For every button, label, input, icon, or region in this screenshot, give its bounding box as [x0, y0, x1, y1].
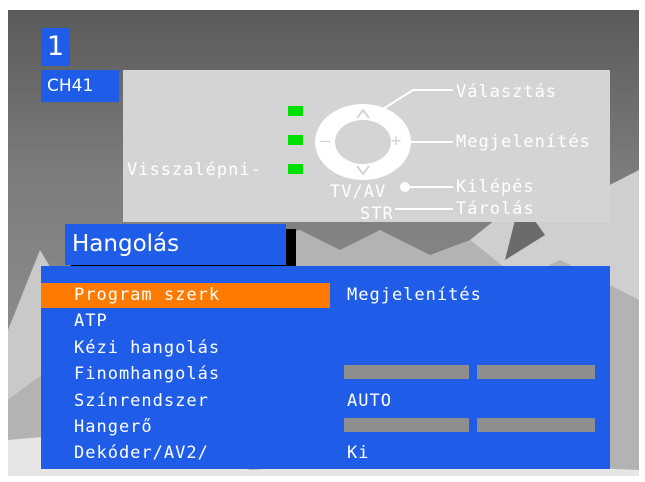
menu-title: Hangolás	[65, 224, 286, 265]
green-indicator-top	[288, 106, 303, 116]
decoder-av2-value: Ki	[347, 443, 370, 463]
back-label: Visszalépni-	[127, 160, 262, 180]
str-key-label: STR	[360, 204, 394, 224]
volume-bar-right[interactable]	[477, 418, 595, 432]
menu-item-decoder-av2[interactable]: Dekóder/AV2/	[41, 441, 330, 466]
fine-tuning-bar-left[interactable]	[344, 365, 469, 379]
menu-item-manual-tuning[interactable]: Kézi hangolás	[41, 336, 330, 361]
exit-label: Kilépés	[456, 177, 535, 197]
volume-bar-left[interactable]	[344, 418, 469, 432]
menu-item-atp[interactable]: ATP	[41, 309, 330, 334]
store-label: Tárolás	[456, 199, 535, 219]
select-label: Választás	[456, 82, 558, 102]
tv-av-key-label: TV/AV	[330, 182, 387, 202]
plus-key-label: +	[391, 131, 403, 151]
program-number: 1	[41, 28, 70, 66]
minus-key-label: –	[320, 131, 332, 151]
menu-item-volume[interactable]: Hangerő	[41, 415, 330, 440]
green-indicator-bottom	[288, 164, 303, 174]
green-indicator-middle	[288, 135, 303, 145]
tv-screen: 1 CH41 Visszalépni- Választás Megjelenít…	[0, 0, 645, 482]
tuning-menu: Program szerk ATP Kézi hangolás Finomhan…	[41, 266, 610, 469]
menu-item-color-system[interactable]: Színrendszer	[41, 389, 330, 414]
display-label: Megjelenítés	[456, 132, 591, 152]
menu-item-program-edit[interactable]: Program szerk	[41, 283, 330, 308]
channel-label: CH41	[41, 70, 119, 102]
color-system-value: AUTO	[347, 391, 392, 411]
program-edit-value: Megjelenítés	[347, 285, 482, 305]
fine-tuning-bar-right[interactable]	[477, 365, 595, 379]
remote-help-panel: Visszalépni- Választás Megjelenítés Kilé…	[123, 70, 610, 224]
menu-item-fine-tuning[interactable]: Finomhangolás	[41, 362, 330, 387]
tv-av-dot	[400, 182, 410, 192]
